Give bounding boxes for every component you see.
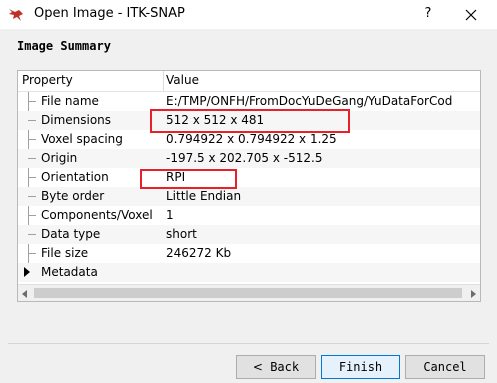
property-value: 246272 Kb bbox=[166, 246, 232, 260]
close-icon[interactable] bbox=[460, 4, 482, 26]
window-title: Open Image - ITK-SNAP bbox=[34, 6, 185, 21]
property-name: Dimensions bbox=[41, 113, 112, 127]
back-button[interactable]: < Back bbox=[236, 355, 316, 379]
back-button-label: Back bbox=[270, 360, 300, 374]
tree-branch bbox=[28, 101, 36, 102]
scrollbar-thumb[interactable] bbox=[34, 288, 462, 298]
table-header: Property Value bbox=[18, 71, 480, 92]
property-value: -197.5 x 202.705 x -512.5 bbox=[166, 151, 323, 165]
property-value: Little Endian bbox=[166, 189, 242, 203]
annotation-box-orientation bbox=[140, 169, 237, 189]
finish-button-label: Finish bbox=[338, 360, 383, 374]
property-name: File name bbox=[41, 94, 99, 108]
table-row[interactable]: Components/Voxel 1 bbox=[18, 206, 480, 225]
tree-branch bbox=[28, 234, 36, 235]
annotation-box-dimensions bbox=[150, 109, 350, 133]
tree-branch bbox=[28, 196, 36, 197]
divider bbox=[8, 343, 489, 344]
table-row[interactable]: Origin -197.5 x 202.705 x -512.5 bbox=[18, 149, 480, 168]
column-divider[interactable] bbox=[163, 71, 164, 91]
title-bar: Open Image - ITK-SNAP ? bbox=[0, 0, 497, 29]
group-label: Metadata bbox=[41, 265, 98, 279]
column-header-value[interactable]: Value bbox=[166, 73, 199, 87]
table-row[interactable]: Data type short bbox=[18, 225, 480, 244]
cancel-button-label: Cancel bbox=[423, 360, 467, 374]
tree-branch bbox=[28, 253, 36, 254]
property-name: Data type bbox=[41, 227, 101, 241]
back-arrow-icon: < bbox=[252, 360, 263, 374]
property-name: Byte order bbox=[41, 189, 105, 203]
section-title: Image Summary bbox=[17, 39, 111, 53]
property-name: Voxel spacing bbox=[41, 132, 123, 146]
table-row[interactable]: Byte order Little Endian bbox=[18, 187, 480, 206]
tree-branch bbox=[28, 120, 36, 121]
tree-branch bbox=[28, 139, 36, 140]
tree-branch bbox=[28, 177, 36, 178]
property-name: Components/Voxel bbox=[41, 208, 153, 222]
itk-snap-logo-icon bbox=[9, 9, 23, 21]
help-button[interactable]: ? bbox=[419, 6, 437, 24]
table-row[interactable]: Orientation RPI bbox=[18, 168, 480, 187]
table-row[interactable]: File size 246272 Kb bbox=[18, 244, 480, 263]
property-value: 0.794922 x 0.794922 x 1.25 bbox=[166, 132, 337, 146]
tree-group-metadata[interactable]: Metadata bbox=[18, 263, 480, 282]
scroll-left-icon[interactable] bbox=[22, 290, 27, 298]
tree-branch bbox=[28, 158, 36, 159]
expand-arrow-icon[interactable] bbox=[24, 267, 30, 277]
property-value: E:/TMP/ONFH/FromDocYuDeGang/YuDataForCod bbox=[166, 94, 453, 108]
tree-branch bbox=[28, 215, 36, 216]
column-header-property[interactable]: Property bbox=[22, 73, 73, 87]
finish-button[interactable]: Finish bbox=[321, 355, 400, 379]
property-name: Origin bbox=[41, 151, 78, 165]
cancel-button[interactable]: Cancel bbox=[405, 355, 485, 379]
property-value: 1 bbox=[166, 208, 174, 222]
horizontal-scrollbar[interactable] bbox=[18, 284, 480, 301]
scroll-right-icon[interactable] bbox=[471, 290, 476, 298]
property-name: File size bbox=[41, 246, 89, 260]
property-value: short bbox=[166, 227, 197, 241]
image-summary-table[interactable]: Property Value File name E:/TMP/ONFH/Fro… bbox=[17, 70, 481, 302]
property-name: Orientation bbox=[41, 170, 109, 184]
